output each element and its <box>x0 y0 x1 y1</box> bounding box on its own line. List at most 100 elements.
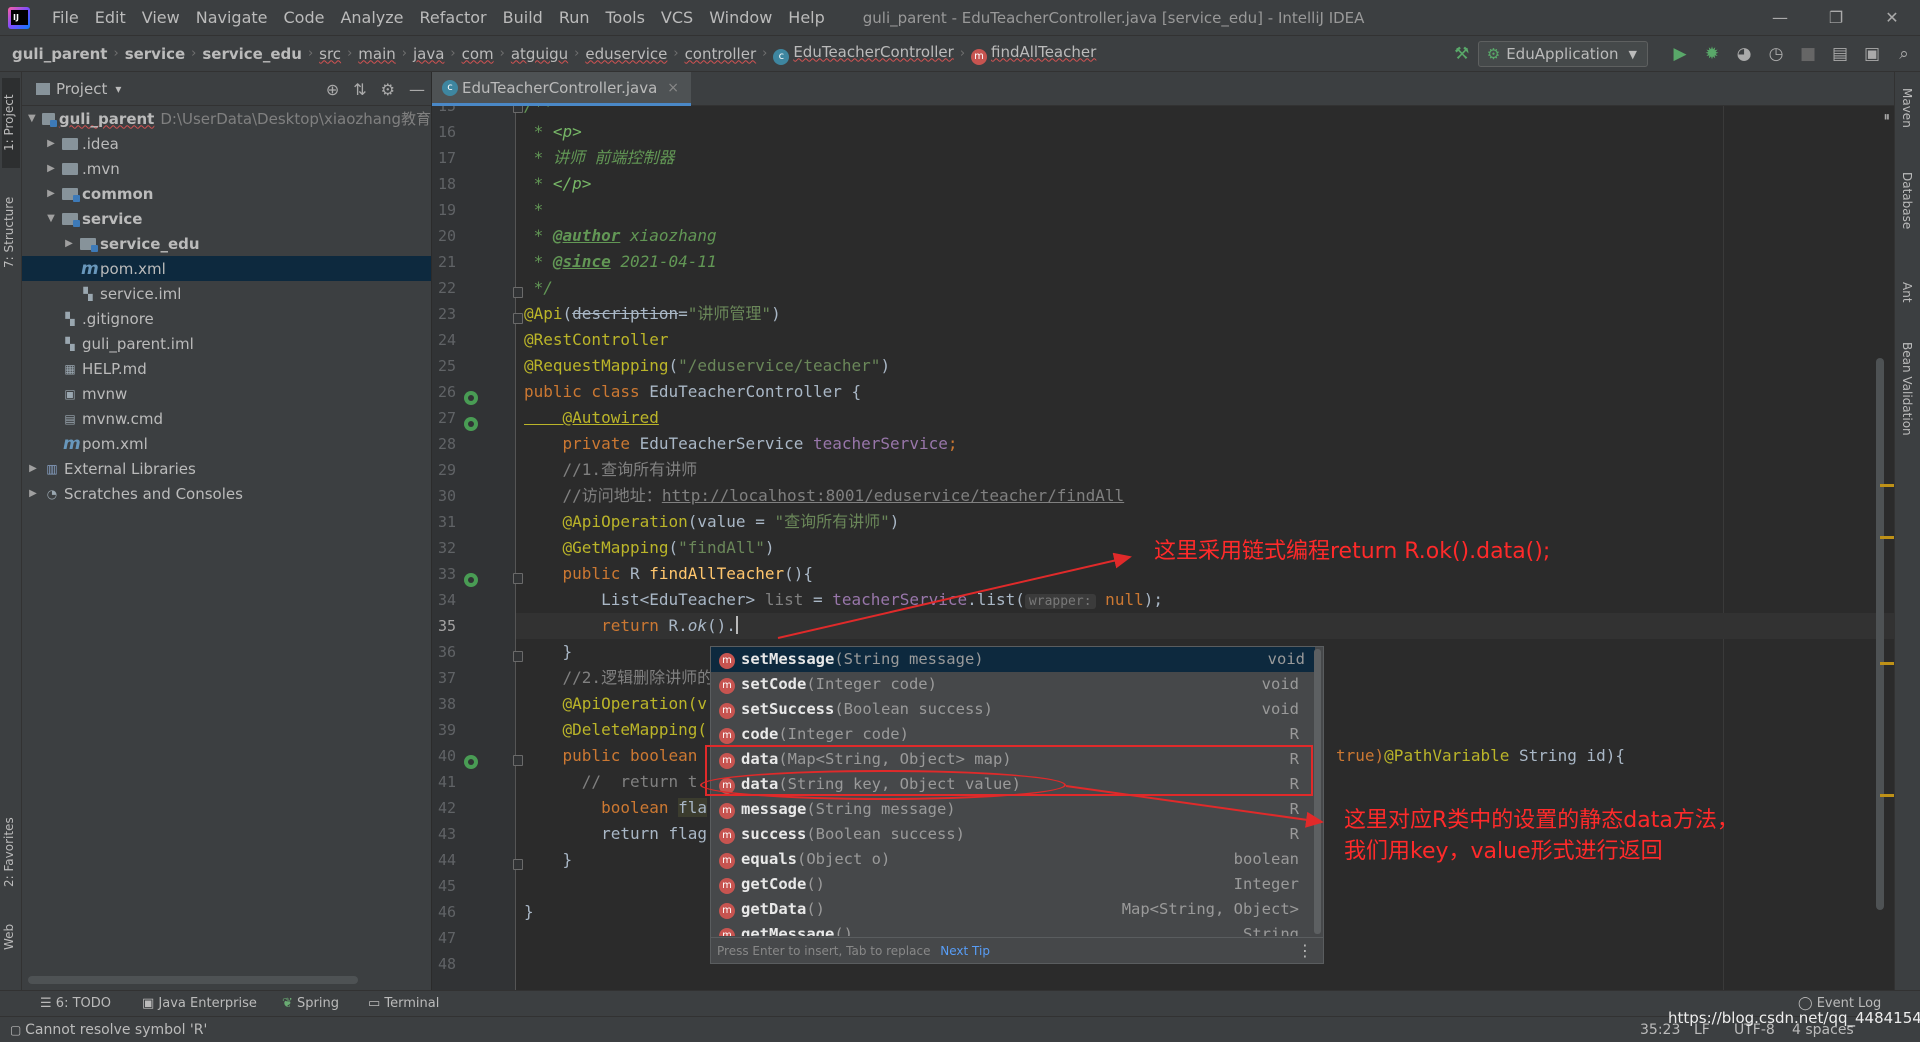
fold-marker-icon[interactable] <box>513 859 523 870</box>
collapse-all-icon[interactable]: ⇅ <box>353 80 366 99</box>
menu-help[interactable]: Help <box>780 0 832 36</box>
spring-bean-gutter-icon[interactable] <box>464 391 478 405</box>
completion-item[interactable]: m setCode(Integer code) void <box>719 672 1309 697</box>
terminal-tool-button[interactable]: ▭ Terminal <box>368 991 439 1017</box>
tree-node[interactable]: ▶ common <box>22 181 431 206</box>
expand-arrow-icon[interactable]: ▶ <box>26 488 40 499</box>
restore-icon[interactable]: ❐ <box>1808 0 1864 36</box>
menu-window[interactable]: Window <box>701 0 780 36</box>
breadcrumb-item[interactable]: service <box>121 45 189 63</box>
tree-node[interactable]: ▤ mvnw.cmd <box>22 406 431 431</box>
completion-item[interactable]: m success(Boolean success) R <box>719 822 1309 847</box>
menu-build[interactable]: Build <box>495 0 551 36</box>
tree-node[interactable]: m pom.xml <box>22 256 431 281</box>
chevron-down-icon[interactable]: ▾ <box>115 82 121 96</box>
locate-icon[interactable]: ⊕ <box>326 80 339 99</box>
menu-edit[interactable]: Edit <box>87 0 134 36</box>
warning-stripe-marker[interactable] <box>1880 484 1894 487</box>
tool-tab-structure[interactable]: 7: Structure <box>2 182 20 282</box>
tree-node[interactable]: m pom.xml <box>22 431 431 456</box>
spring-tool-button[interactable]: ❦ Spring <box>282 991 339 1017</box>
fold-marker-icon[interactable] <box>513 106 523 113</box>
project-structure-icon[interactable]: ▤ <box>1824 38 1856 70</box>
breadcrumb-item[interactable]: eduservice <box>581 45 671 63</box>
tool-tab-maven[interactable]: Maven <box>1900 88 1914 128</box>
debug-icon[interactable]: ✹ <box>1696 38 1728 70</box>
menu-file[interactable]: File <box>44 0 87 36</box>
search-icon[interactable]: ⌕ <box>1888 38 1920 70</box>
warning-stripe-marker[interactable] <box>1880 536 1894 539</box>
tree-node[interactable]: ▶ service_edu <box>22 231 431 256</box>
more-options-icon[interactable]: ⋮ <box>1297 938 1313 964</box>
hide-icon[interactable]: — <box>409 80 425 99</box>
coverage-icon[interactable]: ◕ <box>1728 38 1760 70</box>
completion-item[interactable]: m getData() Map<String, Object> <box>719 897 1309 922</box>
horizontal-scrollbar[interactable] <box>28 976 358 984</box>
warning-stripe-marker[interactable] <box>1880 662 1894 665</box>
tool-tab-database[interactable]: Database <box>1900 172 1914 229</box>
completion-item[interactable]: m getCode() Integer <box>719 872 1309 897</box>
spring-endpoint-gutter-icon[interactable] <box>464 573 478 587</box>
layout-icon[interactable]: ▣ <box>1856 38 1888 70</box>
tool-tab-ant[interactable]: Ant <box>1900 282 1914 303</box>
fold-marker-icon[interactable] <box>513 755 523 766</box>
expand-arrow-icon[interactable]: ▼ <box>26 113 38 124</box>
tree-node[interactable]: ▚ .gitignore <box>22 306 431 331</box>
completion-item[interactable]: m code(Integer code) R <box>719 722 1309 747</box>
tree-node[interactable]: ▣ mvnw <box>22 381 431 406</box>
spring-bean-gutter-icon[interactable] <box>464 417 478 431</box>
warning-stripe-marker[interactable] <box>1880 794 1894 797</box>
gear-icon[interactable]: ⚙ <box>381 80 395 99</box>
completion-item[interactable]: m message(String message) R <box>719 797 1309 822</box>
menu-view[interactable]: View <box>134 0 188 36</box>
tree-node[interactable]: ▼ guli_parent D:\UserData\Desktop\xiaozh… <box>22 106 431 131</box>
menu-code[interactable]: Code <box>276 0 333 36</box>
breadcrumb-item[interactable]: atguigu <box>507 45 572 63</box>
menu-tools[interactable]: Tools <box>598 0 653 36</box>
breadcrumb-item[interactable]: controller <box>681 45 761 63</box>
tree-node[interactable]: ▶ .idea <box>22 131 431 156</box>
close-icon[interactable]: ✕ <box>1864 0 1920 36</box>
minimize-icon[interactable]: — <box>1752 0 1808 36</box>
breadcrumb-item[interactable]: com <box>458 45 498 63</box>
menu-refactor[interactable]: Refactor <box>412 0 495 36</box>
completion-scrollbar[interactable] <box>1314 649 1321 934</box>
inspection-status-icon[interactable]: ⏸ <box>1884 110 1891 125</box>
tree-node[interactable]: ▦ HELP.md <box>22 356 431 381</box>
expand-arrow-icon[interactable]: ▶ <box>62 238 76 249</box>
breadcrumb-item[interactable]: java <box>409 45 448 63</box>
tree-node[interactable]: ▚ service.iml <box>22 281 431 306</box>
run-config-select[interactable]: ⚙ EduApplication ▼ <box>1477 41 1648 67</box>
tree-node[interactable]: ▼ service <box>22 206 431 231</box>
breadcrumb-item[interactable]: service_edu <box>198 45 306 63</box>
tree-node[interactable]: ▶ .mvn <box>22 156 431 181</box>
run-icon[interactable]: ▶ <box>1664 38 1696 70</box>
breadcrumb-class[interactable]: c EduTeacherController <box>769 43 957 65</box>
expand-arrow-icon[interactable]: ▶ <box>26 463 40 474</box>
fold-marker-icon[interactable] <box>513 313 523 324</box>
tool-tab-web[interactable]: Web <box>2 917 20 957</box>
breadcrumb-method[interactable]: m findAllTeacher <box>967 43 1100 65</box>
menu-navigate[interactable]: Navigate <box>188 0 276 36</box>
tree-node[interactable]: ▶ ▥ External Libraries <box>22 456 431 481</box>
breadcrumb-item[interactable]: guli_parent <box>8 45 111 63</box>
breadcrumb-item[interactable]: main <box>354 45 399 63</box>
expand-arrow-icon[interactable]: ▶ <box>44 163 58 174</box>
expand-arrow-icon[interactable]: ▶ <box>44 188 58 199</box>
completion-item[interactable]: m getMessage() String <box>719 922 1309 936</box>
fold-marker-icon[interactable] <box>513 573 523 584</box>
next-tip-link[interactable]: Next Tip <box>940 944 990 958</box>
fold-marker-icon[interactable] <box>513 287 523 298</box>
tool-tab-project[interactable]: 1: Project <box>2 78 20 168</box>
tool-tab-favorites[interactable]: 2: Favorites <box>2 807 20 897</box>
todo-tool-button[interactable]: ☰ 6: TODO <box>40 991 111 1017</box>
menu-vcs[interactable]: VCS <box>653 0 701 36</box>
tree-node[interactable]: ▚ guli_parent.iml <box>22 331 431 356</box>
vertical-scrollbar[interactable] <box>1876 358 1884 910</box>
profile-icon[interactable]: ◷ <box>1760 38 1792 70</box>
hammer-icon[interactable]: ⚒ <box>1446 38 1478 70</box>
completion-item[interactable]: m setSuccess(Boolean success) void <box>719 697 1309 722</box>
tool-tab-bean-validation[interactable]: Bean Validation <box>1900 342 1914 436</box>
completion-item[interactable]: m setMessage(String message) void <box>711 647 1315 672</box>
spring-endpoint-gutter-icon[interactable] <box>464 755 478 769</box>
